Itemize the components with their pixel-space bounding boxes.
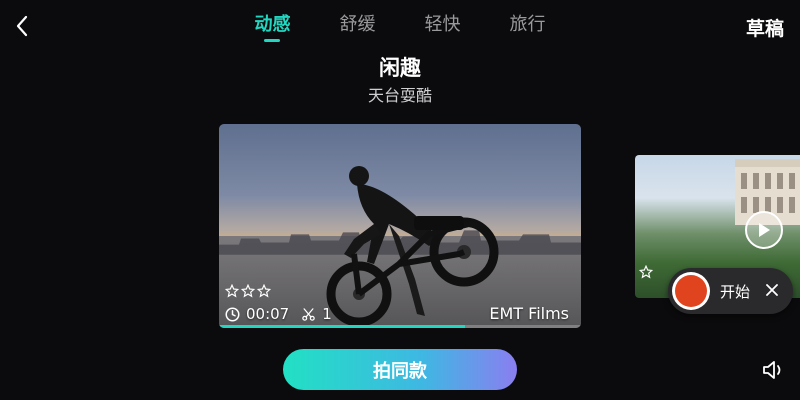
clip-count: 1	[322, 305, 332, 323]
record-dot-icon	[675, 275, 707, 307]
tab-label: 旅行	[509, 14, 546, 35]
play-button[interactable]	[745, 211, 783, 249]
volume-button[interactable]	[759, 356, 787, 384]
tab-active-indicator	[264, 39, 280, 42]
playback-progress-fill	[219, 325, 466, 328]
clock-icon	[225, 307, 240, 321]
play-icon	[759, 223, 770, 237]
tab-label: 动感	[254, 14, 291, 35]
tab-shuhuan[interactable]: 舒缓	[315, 8, 400, 48]
template-preview-card[interactable]: 00:07 1 EMT Films	[219, 124, 581, 328]
record-start-label[interactable]: 开始	[720, 281, 750, 302]
tab-label: 轻快	[424, 14, 461, 35]
back-button[interactable]	[8, 10, 36, 42]
drafts-button[interactable]: 草稿	[746, 14, 784, 41]
clip-meta: 00:07 1	[225, 305, 332, 323]
tab-dongan[interactable]: 动感	[230, 8, 315, 48]
close-icon	[766, 284, 778, 296]
star-outline-icon	[639, 265, 653, 279]
record-button[interactable]	[672, 272, 710, 310]
speaker-icon	[763, 361, 781, 379]
tab-qingkuai[interactable]: 轻快	[400, 8, 485, 48]
record-control: 开始	[668, 268, 793, 314]
tab-label: 舒缓	[339, 14, 376, 35]
rating-stars	[225, 284, 271, 298]
tab-lvxing[interactable]: 旅行	[485, 8, 570, 48]
template-subtitle: 天台耍酷	[367, 86, 432, 105]
rating-stars	[639, 265, 653, 279]
scissors-icon	[302, 307, 315, 321]
playback-progress[interactable]	[219, 325, 581, 328]
close-button[interactable]	[760, 278, 784, 302]
star-outline-icon	[225, 284, 239, 298]
rider-on-bike-image	[326, 166, 499, 327]
category-tabs: 动感 舒缓 轻快 旅行	[230, 8, 570, 48]
clip-duration: 00:07	[246, 305, 290, 323]
star-outline-icon	[241, 284, 255, 298]
star-outline-icon	[257, 284, 271, 298]
template-title: 闲趣	[379, 56, 421, 80]
video-credit: EMT Films	[489, 304, 569, 323]
chevron-left-icon	[16, 15, 28, 37]
shoot-same-button[interactable]: 拍同款	[283, 349, 517, 390]
